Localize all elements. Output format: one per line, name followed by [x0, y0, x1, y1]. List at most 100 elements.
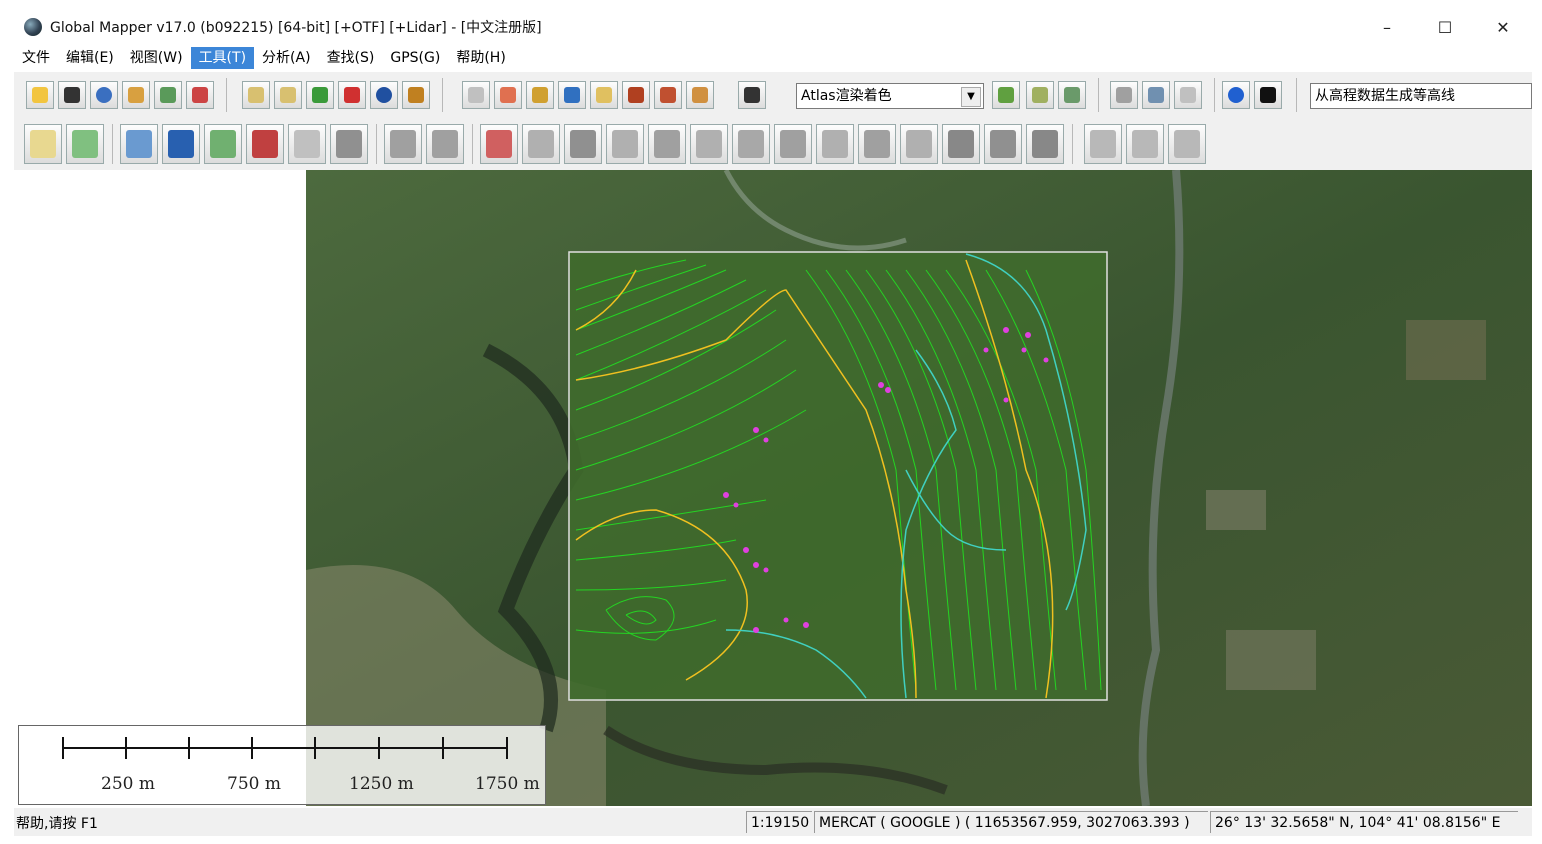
maximize-button[interactable]: ☐	[1416, 8, 1474, 46]
globe-button[interactable]	[90, 81, 118, 109]
menu-gps[interactable]: GPS(G)	[382, 47, 448, 69]
feature-tool-8-button[interactable]	[816, 124, 854, 164]
line-edit-icon	[210, 130, 236, 158]
dropdown-tool-button[interactable]	[686, 81, 714, 109]
feature-tool-7-button[interactable]	[774, 124, 812, 164]
buffer-button[interactable]	[288, 124, 326, 164]
feature-tool-3-button[interactable]	[606, 124, 644, 164]
menu-analysis[interactable]: 分析(A)	[254, 47, 319, 69]
menu-search[interactable]: 查找(S)	[319, 47, 383, 69]
shader-icon	[998, 87, 1014, 103]
layer-control-button[interactable]	[1142, 81, 1170, 109]
print-button[interactable]	[122, 81, 150, 109]
3d-path-button[interactable]	[654, 81, 682, 109]
feature-tool-6-button[interactable]	[732, 124, 770, 164]
feature-tool-9-button[interactable]	[858, 124, 896, 164]
line-edit-button[interactable]	[204, 124, 242, 164]
feature-tool-13-button[interactable]	[1026, 124, 1064, 164]
info-icon	[564, 87, 580, 103]
zoom-in-icon	[248, 87, 264, 103]
target-icon	[1228, 87, 1244, 103]
feature-tool-4-button[interactable]	[648, 124, 686, 164]
scale-label-1250: 1250 m	[349, 774, 414, 794]
close-button[interactable]: ✕	[1474, 8, 1532, 46]
move-icon	[432, 130, 458, 158]
menu-tools[interactable]: 工具(T)	[190, 47, 255, 69]
move-vertex-button[interactable]	[426, 124, 464, 164]
map-view[interactable]: 250 m 750 m 1250 m 1750 m	[14, 170, 1532, 806]
config-button[interactable]	[186, 81, 214, 109]
feature-tool-2-button[interactable]	[564, 124, 602, 164]
status-latlon: 26° 13' 32.5658" N, 104° 41' 08.8156" E	[1210, 811, 1518, 833]
globe-icon	[96, 87, 112, 103]
folder-icon	[32, 87, 48, 103]
grid-button[interactable]	[402, 81, 430, 109]
menu-help[interactable]: 帮助(H)	[448, 47, 513, 69]
scale-label-250: 250 m	[101, 774, 155, 794]
undo-button[interactable]	[1168, 124, 1206, 164]
layers-button[interactable]	[154, 81, 182, 109]
percent-icon	[1064, 87, 1080, 103]
vertical-exag-button[interactable]	[1110, 81, 1138, 109]
home-button[interactable]	[338, 81, 366, 109]
menu-view[interactable]: 视图(W)	[122, 47, 191, 69]
minimize-button[interactable]: –	[1358, 8, 1416, 46]
feature-tool-1-button[interactable]	[522, 124, 560, 164]
create-area-button[interactable]	[24, 124, 62, 164]
pencil-icon	[660, 87, 676, 103]
shader-select[interactable]: Atlas渲染着色 ▼	[796, 83, 984, 109]
zoom-in-button[interactable]	[242, 81, 270, 109]
shader-button[interactable]	[992, 81, 1020, 109]
watershed-button[interactable]	[162, 124, 200, 164]
feature-tool-11-button[interactable]	[942, 124, 980, 164]
feature-icon	[570, 130, 596, 158]
grid-create-button[interactable]	[330, 124, 368, 164]
info-tool-button[interactable]	[558, 81, 586, 109]
command-select[interactable]: 从高程数据生成等高线	[1310, 83, 1532, 109]
menu-edit[interactable]: 编辑(E)	[58, 47, 122, 69]
chevron-down-icon: ▼	[961, 87, 981, 107]
feature-tool-10-button[interactable]	[900, 124, 938, 164]
command-select-value: 从高程数据生成等高线	[1315, 88, 1455, 104]
zoom-tool-button[interactable]	[462, 81, 490, 109]
path-profile-button[interactable]	[622, 81, 650, 109]
zoom-out-button[interactable]	[274, 81, 302, 109]
satellite-map[interactable]	[306, 170, 1532, 806]
pan-tool-button[interactable]	[494, 81, 522, 109]
feature-icon	[864, 130, 890, 158]
line-icon	[72, 130, 98, 158]
rotate-button[interactable]	[1084, 124, 1122, 164]
print-icon	[128, 87, 144, 103]
feature-icon	[1032, 130, 1058, 158]
menu-file[interactable]: 文件	[14, 47, 58, 69]
scale-label-1750: 1750 m	[475, 774, 540, 794]
rotate-icon	[1090, 130, 1116, 158]
zoom-layer-button[interactable]	[306, 81, 334, 109]
home-icon	[344, 87, 360, 103]
search-button[interactable]	[738, 81, 766, 109]
opacity-button[interactable]	[1058, 81, 1086, 109]
contour-button[interactable]	[120, 124, 158, 164]
create-line-button[interactable]	[66, 124, 104, 164]
feature-icon	[528, 130, 554, 158]
code-button[interactable]	[246, 124, 284, 164]
vertex-button[interactable]	[384, 124, 422, 164]
3d-view-button[interactable]	[1026, 81, 1054, 109]
measure-tool-button[interactable]	[526, 81, 554, 109]
refresh-button[interactable]	[370, 81, 398, 109]
save-button[interactable]	[58, 81, 86, 109]
title-bar: Global Mapper v17.0 (b092215) [64-bit] […	[14, 8, 1532, 46]
spline-button[interactable]	[480, 124, 518, 164]
digitizer-button[interactable]	[590, 81, 618, 109]
area-icon	[30, 130, 56, 158]
ruler-icon	[532, 87, 548, 103]
gps-track-button[interactable]	[1222, 81, 1250, 109]
shift-button[interactable]	[1126, 124, 1164, 164]
magnifier-icon	[468, 87, 484, 103]
feature-tool-5-button[interactable]	[690, 124, 728, 164]
tools-icon	[192, 87, 208, 103]
scatter-button[interactable]	[1174, 81, 1202, 109]
north-arrow-button[interactable]	[1254, 81, 1282, 109]
open-folder-button[interactable]	[26, 81, 54, 109]
feature-tool-12-button[interactable]	[984, 124, 1022, 164]
